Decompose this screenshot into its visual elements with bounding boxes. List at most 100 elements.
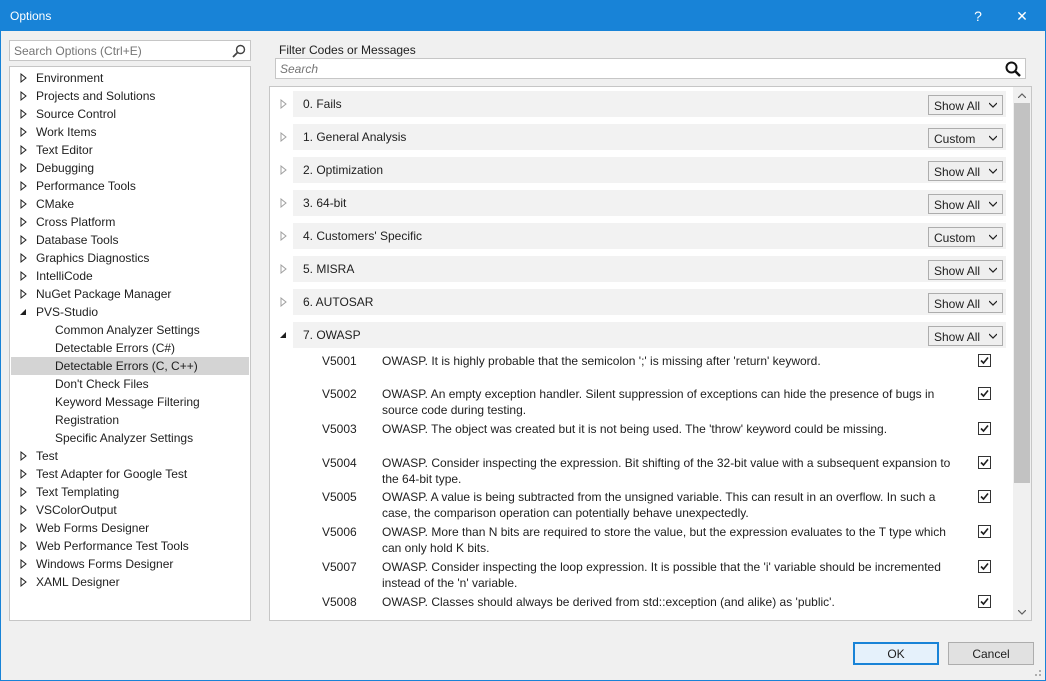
group-mode-dropdown[interactable]: Show All <box>928 293 1003 313</box>
collapsed-arrow-icon[interactable] <box>19 483 29 501</box>
tree-item[interactable]: Cross Platform <box>11 213 249 231</box>
tree-item[interactable]: Test <box>11 447 249 465</box>
title-bar[interactable]: Options ? ✕ <box>1 1 1045 31</box>
group-row[interactable]: 4. Customers' Specific Custom <box>271 223 1012 249</box>
tree-item[interactable]: Graphics Diagnostics <box>11 249 249 267</box>
expanded-arrow-icon[interactable] <box>19 303 29 321</box>
scroll-up-button[interactable] <box>1013 87 1031 103</box>
group-mode-dropdown[interactable]: Custom <box>928 128 1003 148</box>
collapsed-arrow-icon[interactable] <box>19 555 29 573</box>
resize-grip-icon[interactable] <box>1032 667 1042 677</box>
tree-item[interactable]: Specific Analyzer Settings <box>11 429 249 447</box>
rule-enabled-checkbox[interactable] <box>978 490 991 503</box>
tree-item[interactable]: IntelliCode <box>11 267 249 285</box>
tree-item[interactable]: Source Control <box>11 105 249 123</box>
tree-item[interactable]: Test Adapter for Google Test <box>11 465 249 483</box>
collapsed-arrow-icon[interactable] <box>279 99 289 109</box>
search-icon[interactable] <box>231 43 247 59</box>
collapsed-arrow-icon[interactable] <box>19 195 29 213</box>
collapsed-arrow-icon[interactable] <box>19 249 29 267</box>
collapsed-arrow-icon[interactable] <box>19 519 29 537</box>
group-mode-dropdown[interactable]: Show All <box>928 260 1003 280</box>
collapsed-arrow-icon[interactable] <box>19 141 29 159</box>
rule-code: V5005 <box>322 490 357 504</box>
group-mode-dropdown[interactable]: Show All <box>928 161 1003 181</box>
group-row[interactable]: 2. Optimization Show All <box>271 157 1012 183</box>
collapsed-arrow-icon[interactable] <box>19 501 29 519</box>
group-row[interactable]: 0. Fails Show All <box>271 91 1012 117</box>
search-icon[interactable] <box>1004 60 1022 78</box>
group-mode-dropdown[interactable]: Show All <box>928 194 1003 214</box>
group-mode-dropdown[interactable]: Custom <box>928 227 1003 247</box>
group-mode-dropdown[interactable]: Show All <box>928 326 1003 346</box>
tree-item[interactable]: Detectable Errors (C, C++) <box>11 357 249 375</box>
tree-item[interactable]: Registration <box>11 411 249 429</box>
group-row-background <box>293 91 1006 117</box>
collapsed-arrow-icon[interactable] <box>279 165 289 175</box>
group-mode-dropdown[interactable]: Show All <box>928 95 1003 115</box>
collapsed-arrow-icon[interactable] <box>279 198 289 208</box>
tree-item[interactable]: Detectable Errors (C#) <box>11 339 249 357</box>
tree-item[interactable]: Common Analyzer Settings <box>11 321 249 339</box>
cancel-button[interactable]: Cancel <box>948 642 1034 665</box>
collapsed-arrow-icon[interactable] <box>19 573 29 591</box>
close-button[interactable]: ✕ <box>1002 1 1042 31</box>
collapsed-arrow-icon[interactable] <box>19 177 29 195</box>
rule-enabled-checkbox[interactable] <box>978 525 991 538</box>
help-button[interactable]: ? <box>958 1 998 31</box>
tree-item[interactable]: XAML Designer <box>11 573 249 591</box>
tree-item[interactable]: Keyword Message Filtering <box>11 393 249 411</box>
collapsed-arrow-icon[interactable] <box>19 69 29 87</box>
collapsed-arrow-icon[interactable] <box>19 447 29 465</box>
collapsed-arrow-icon[interactable] <box>19 537 29 555</box>
group-row[interactable]: 5. MISRA Show All <box>271 256 1012 282</box>
rule-enabled-checkbox[interactable] <box>978 422 991 435</box>
collapsed-arrow-icon[interactable] <box>279 132 289 142</box>
expanded-arrow-icon[interactable] <box>279 330 289 340</box>
collapsed-arrow-icon[interactable] <box>19 105 29 123</box>
group-row[interactable]: 1. General Analysis Custom <box>271 124 1012 150</box>
rule-enabled-checkbox[interactable] <box>978 387 991 400</box>
tree-item[interactable]: Text Templating <box>11 483 249 501</box>
tree-item[interactable]: CMake <box>11 195 249 213</box>
collapsed-arrow-icon[interactable] <box>19 285 29 303</box>
tree-item[interactable]: Projects and Solutions <box>11 87 249 105</box>
group-row[interactable]: 7. OWASP Show All <box>271 322 1012 348</box>
collapsed-arrow-icon[interactable] <box>19 465 29 483</box>
tree-item[interactable]: Text Editor <box>11 141 249 159</box>
collapsed-arrow-icon[interactable] <box>19 267 29 285</box>
rule-enabled-checkbox[interactable] <box>978 456 991 469</box>
tree-item[interactable]: Web Forms Designer <box>11 519 249 537</box>
collapsed-arrow-icon[interactable] <box>279 231 289 241</box>
collapsed-arrow-icon[interactable] <box>279 297 289 307</box>
group-label: 4. Customers' Specific <box>303 229 422 243</box>
scroll-down-button[interactable] <box>1013 604 1031 620</box>
tree-item[interactable]: VSColorOutput <box>11 501 249 519</box>
tree-item[interactable]: Windows Forms Designer <box>11 555 249 573</box>
tree-item[interactable]: Database Tools <box>11 231 249 249</box>
vertical-scrollbar[interactable] <box>1013 87 1031 620</box>
collapsed-arrow-icon[interactable] <box>19 87 29 105</box>
rule-enabled-checkbox[interactable] <box>978 560 991 573</box>
options-search-input[interactable] <box>14 43 224 58</box>
tree-item[interactable]: Environment <box>11 69 249 87</box>
collapsed-arrow-icon[interactable] <box>19 123 29 141</box>
ok-button[interactable]: OK <box>853 642 939 665</box>
tree-item[interactable]: Don't Check Files <box>11 375 249 393</box>
collapsed-arrow-icon[interactable] <box>19 159 29 177</box>
filter-input[interactable] <box>280 61 980 76</box>
collapsed-arrow-icon[interactable] <box>19 213 29 231</box>
tree-item[interactable]: Work Items <box>11 123 249 141</box>
tree-item[interactable]: Performance Tools <box>11 177 249 195</box>
rule-enabled-checkbox[interactable] <box>978 354 991 367</box>
scrollbar-thumb[interactable] <box>1014 103 1030 483</box>
tree-item[interactable]: PVS-Studio <box>11 303 249 321</box>
collapsed-arrow-icon[interactable] <box>279 264 289 274</box>
group-row[interactable]: 3. 64-bit Show All <box>271 190 1012 216</box>
tree-item[interactable]: NuGet Package Manager <box>11 285 249 303</box>
tree-item[interactable]: Debugging <box>11 159 249 177</box>
group-row[interactable]: 6. AUTOSAR Show All <box>271 289 1012 315</box>
tree-item[interactable]: Web Performance Test Tools <box>11 537 249 555</box>
rule-enabled-checkbox[interactable] <box>978 595 991 608</box>
collapsed-arrow-icon[interactable] <box>19 231 29 249</box>
